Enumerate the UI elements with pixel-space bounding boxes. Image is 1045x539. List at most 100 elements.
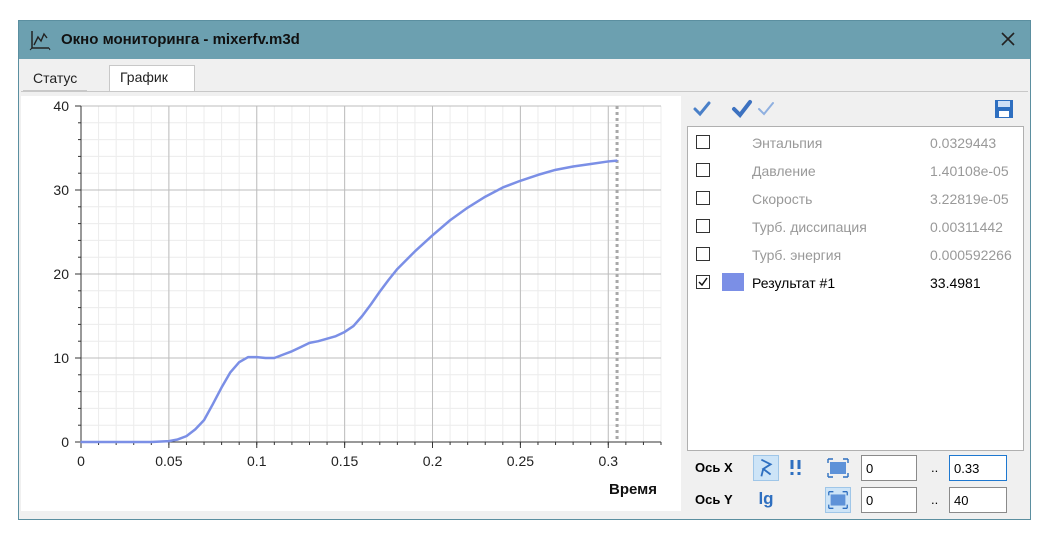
x-tick-label: 0.1	[247, 453, 267, 469]
y-max-input[interactable]	[949, 487, 1007, 513]
uncheck-all-icon[interactable]	[755, 98, 777, 120]
results-panel: Энтальпия 0.0329443 Давление 1.40108e-05…	[683, 92, 1028, 518]
fit-range-icon[interactable]	[825, 455, 851, 481]
data-point	[185, 435, 188, 437]
y-range-separator: ..	[931, 492, 939, 507]
data-point	[203, 419, 205, 421]
data-point	[273, 357, 276, 359]
data-point	[80, 441, 82, 443]
fit-range-icon[interactable]	[825, 487, 851, 513]
result-name: Давление	[752, 163, 816, 179]
result-name: Энтальпия	[752, 135, 823, 151]
list-item[interactable]: Давление 1.40108e-05	[688, 157, 1023, 185]
chart-monitor-icon	[29, 31, 51, 51]
result-checkbox[interactable]	[696, 163, 710, 177]
list-item[interactable]: Турб. энергия 0.000592266	[688, 241, 1023, 269]
list-item[interactable]: Турб. диссипация 0.00311442	[688, 213, 1023, 241]
data-point	[431, 234, 434, 237]
result-value: 33.4981	[930, 275, 981, 291]
data-point	[537, 174, 539, 176]
data-point	[589, 163, 592, 165]
data-point	[343, 331, 346, 333]
x-axis-label: Ось X	[695, 460, 733, 475]
save-icon[interactable]	[993, 98, 1015, 120]
data-point	[229, 371, 232, 374]
y-tick-label: 20	[53, 266, 69, 282]
result-value: 1.40108e-05	[930, 163, 1009, 179]
result-name: Результат #1	[752, 275, 836, 291]
check-icon[interactable]	[691, 98, 713, 120]
data-point	[484, 195, 487, 198]
data-point	[194, 428, 197, 431]
x-tick-label: 0.15	[331, 453, 358, 469]
result-checkbox[interactable]	[696, 191, 710, 205]
chart-area[interactable]: 0 0.05 0.1 0.15 0.2 0.25 0.3 0 10 20 30 40 Время	[21, 96, 681, 511]
y-tick-label: 10	[53, 350, 69, 366]
series-line	[81, 159, 618, 444]
data-point	[449, 219, 451, 222]
series-color-swatch[interactable]	[722, 273, 744, 291]
y-axis-controls: Ось Y lg ..	[683, 485, 1028, 515]
data-point	[264, 357, 267, 359]
data-point	[150, 441, 153, 443]
result-value: 0.000592266	[930, 247, 1012, 263]
data-point	[502, 186, 504, 189]
result-value: 0.0329443	[930, 135, 997, 151]
y-min-input[interactable]	[861, 487, 917, 513]
data-point	[607, 160, 610, 163]
x-tick-label: 0.25	[507, 453, 534, 469]
x-axis-title: Время	[609, 481, 657, 498]
data-point	[255, 356, 258, 358]
list-item[interactable]: Скорость 3.22819e-05	[688, 185, 1023, 213]
results-toolbar	[683, 92, 1028, 126]
log-scale-button[interactable]: lg	[753, 487, 779, 513]
x-max-input[interactable]	[949, 455, 1007, 481]
data-point	[361, 315, 364, 317]
result-checkbox[interactable]	[696, 135, 710, 149]
check-all-icon[interactable]	[731, 98, 753, 120]
data-point	[616, 159, 618, 162]
tab-graph[interactable]: График	[109, 65, 195, 92]
y-axis-label: Ось Y	[695, 492, 733, 507]
data-point	[352, 325, 355, 327]
list-item[interactable]: Энтальпия 0.0329443	[688, 129, 1023, 157]
result-checkbox[interactable]	[696, 219, 710, 233]
result-value: 3.22819e-05	[930, 191, 1009, 207]
data-point	[115, 441, 117, 443]
x-min-input[interactable]	[861, 455, 917, 481]
x-axis-controls: Ось X ..	[683, 453, 1028, 483]
data-point	[220, 386, 223, 389]
data-point	[519, 179, 522, 182]
monitoring-window: Окно мониторинга - mixerfv.m3d Статус Гр…	[18, 20, 1031, 520]
results-list: Энтальпия 0.0329443 Давление 1.40108e-05…	[687, 126, 1024, 451]
title-bar[interactable]: Окно мониторинга - mixerfv.m3d	[19, 21, 1030, 59]
result-name: Скорость	[752, 191, 813, 207]
graph-tab-content: 0 0.05 0.1 0.15 0.2 0.25 0.3 0 10 20 30 40 Время	[21, 91, 1028, 518]
data-point	[212, 403, 214, 406]
data-point	[335, 335, 337, 337]
monitor-chart[interactable]: 0 0.05 0.1 0.15 0.2 0.25 0.3 0 10 20 30 40 Время	[21, 96, 681, 511]
data-point	[326, 337, 328, 340]
data-point	[414, 250, 416, 253]
data-point	[396, 268, 399, 270]
y-tick-label: 0	[61, 434, 69, 450]
window-title: Окно мониторинга - mixerfv.m3d	[61, 31, 300, 48]
tab-bar: Статус График	[19, 59, 1030, 92]
data-point	[238, 361, 240, 364]
result-checkbox[interactable]	[696, 275, 710, 289]
linear-scale-icon[interactable]	[753, 455, 779, 481]
auto-scale-icon[interactable]	[783, 455, 809, 481]
data-point	[387, 279, 390, 281]
x-tick-label: 0	[77, 453, 85, 469]
close-icon[interactable]	[996, 27, 1020, 51]
result-checkbox[interactable]	[696, 247, 710, 261]
list-item[interactable]: Результат #1 33.4981	[688, 269, 1023, 297]
data-point	[370, 303, 372, 306]
x-range-separator: ..	[931, 460, 939, 475]
result-value: 0.00311442	[930, 219, 1003, 235]
data-point	[378, 290, 381, 293]
data-point	[554, 169, 557, 171]
data-point	[282, 353, 284, 356]
data-point	[176, 438, 179, 441]
tab-status[interactable]: Статус	[23, 67, 88, 91]
